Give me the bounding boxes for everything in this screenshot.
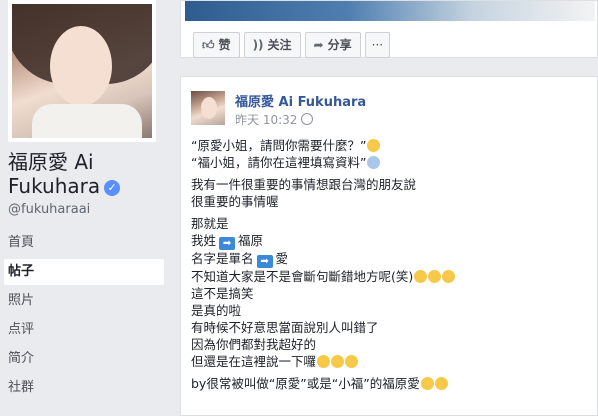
post-body: “原愛小姐，請問你需要什麼？” “福小姐，請你在這裡填寫資料” 我有一件很重要的… [191,137,591,392]
left-sidebar: 福原愛 Ai Fukuhara ✓ @fukuharaai 首頁 帖子 照片 点评… [0,0,172,411]
post-line: 這不是搞笑 [191,286,254,301]
nav-item-community[interactable]: 社群 [0,375,172,401]
follow-label: 关注 [267,38,292,52]
post-line: 是真的啦 [191,303,242,318]
post-text: 我姓 [191,233,217,248]
post-author-avatar[interactable] [191,91,225,125]
post-line: 名字是單名 ➡ 愛 [191,250,591,268]
post-text: 愛 [275,251,289,266]
post-line: “原愛小姐，請問你需要什麼？” [191,137,591,154]
post-line: 不知道大家是不是會斷句斷錯地方呢(笑) [191,268,591,285]
share-label: 分享 [327,38,352,52]
post-time-text: 昨天 10:32 [235,113,298,127]
post-line: 我有一件很重要的事情想跟台灣的朋友說 [191,177,417,192]
post-line: “福小姐，請你在這裡填寫資料” [191,154,591,171]
post-line: by很常被叫做“原愛”或是“小福”的福原愛 [191,375,591,392]
like-button[interactable]: 👍︎ 赞 [193,32,240,58]
like-label: 赞 [218,38,231,52]
rss-icon: )) [252,38,264,52]
nav-item-photos[interactable]: 照片 [0,288,172,314]
post-text: by很常被叫做“原愛”或是“小福”的福原愛 [191,376,420,391]
profile-face-shape [50,26,112,106]
post-text: “福小姐，請你在這裡填寫資料” [191,155,367,170]
verified-badge-icon: ✓ [104,180,121,196]
nav-item-about[interactable]: 简介 [0,346,172,372]
page-handle[interactable]: @fukuharaai [8,202,90,217]
page-name-text: 福原愛 Ai Fukuhara [8,150,101,198]
post-text: 名字是單名 [191,251,254,266]
profile-scarf-shape [32,104,142,138]
main-column: 👍︎ 赞 )) 关注 ➦ 分享 ··· 福原愛 Ai Fukuhara 昨天 1… [180,0,598,416]
post-avatar-face-shape [201,97,217,119]
laughing-emoji-icon [428,270,442,283]
post-line: 因為你們都對我超好的 [191,337,317,352]
shocked-face-emoji-icon [367,156,381,169]
globe-icon [301,113,314,125]
post-text: “原愛小姐，請問你需要什麼？” [191,138,367,153]
laughing-emoji-icon [442,270,456,283]
more-button[interactable]: ··· [364,32,391,58]
grinning-emoji-icon [420,377,434,390]
sad-face-emoji-icon [367,139,381,152]
share-arrow-icon: ➦ [313,38,324,52]
worried-emoji-icon [345,355,359,368]
nav-item-posts[interactable]: 帖子 [4,259,164,285]
share-button[interactable]: ➦ 分享 [304,32,361,58]
post-card: 福原愛 Ai Fukuhara 昨天 10:32 “原愛小姐，請問你需要什麼？”… [180,76,598,416]
embarrassed-emoji-icon [317,355,331,368]
profile-picture[interactable] [8,0,156,142]
nav-item-reviews[interactable]: 点评 [0,317,172,343]
post-text: 不知道大家是不是會斷句斷錯地方呢(笑) [191,269,414,284]
post-author-link[interactable]: 福原愛 Ai Fukuhara [235,91,366,110]
right-arrow-emoji-icon: ➡ [256,255,273,268]
laughing-emoji-icon [414,270,428,283]
right-arrow-emoji-icon: ➡ [219,237,236,250]
embarrassed-emoji-icon [331,355,345,368]
post-text: 福原 [238,233,264,248]
post-line: 那就是 [191,216,229,231]
cover-card: 👍︎ 赞 )) 关注 ➦ 分享 ··· [180,0,598,58]
page-nav: 首頁 帖子 照片 点评 简介 社群 [0,230,172,404]
page-actions: 👍︎ 赞 )) 关注 ➦ 分享 ··· [193,32,394,58]
page-title[interactable]: 福原愛 Ai Fukuhara ✓ [8,150,168,198]
grinning-emoji-icon [434,377,448,390]
post-line: 但還是在這裡說一下囉 [191,353,591,370]
post-timestamp[interactable]: 昨天 10:32 [235,111,314,128]
post-line: 有時候不好意思當面說別人叫錯了 [191,320,379,335]
thumbs-up-icon: 👍︎ [202,38,215,52]
follow-button[interactable]: )) 关注 [243,32,301,58]
post-line: 很重要的事情喔 [191,194,279,209]
post-text: 但還是在這裡說一下囉 [191,354,317,369]
cover-photo[interactable] [185,1,595,21]
post-line: 我姓 ➡ 福原 [191,232,591,250]
nav-item-home[interactable]: 首頁 [0,230,172,256]
